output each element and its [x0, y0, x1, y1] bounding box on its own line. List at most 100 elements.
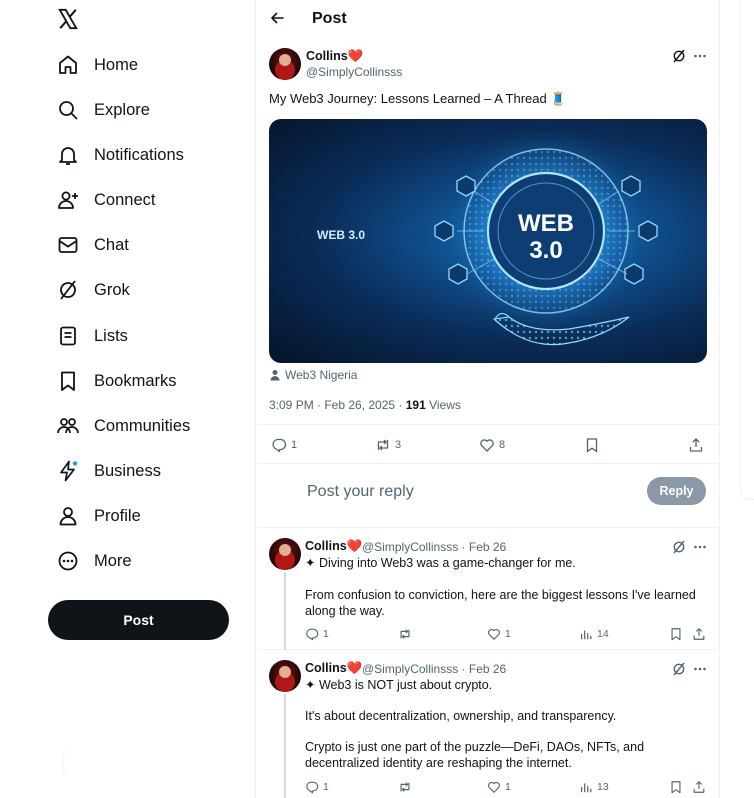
- grok-icon: [60, 280, 76, 300]
- image-label-left: WEB 3.0: [317, 228, 365, 242]
- location-tag[interactable]: Web3 Nigeria: [269, 368, 357, 382]
- heart-icon: [488, 781, 500, 793]
- back-arrow-icon[interactable]: [269, 10, 285, 26]
- more-horizontal-icon[interactable]: [692, 539, 708, 555]
- repost-icon: [377, 439, 389, 451]
- grok-icon[interactable]: [671, 539, 687, 555]
- bookmark-icon: [586, 438, 598, 453]
- bookmark-button[interactable]: [584, 437, 600, 453]
- timestamp[interactable]: 3:09 PM · Feb 26, 2025 ·: [269, 398, 406, 412]
- sidebar-item-notifications[interactable]: Notifications: [56, 140, 184, 170]
- bookmark-button[interactable]: [669, 780, 683, 794]
- avatar[interactable]: [269, 538, 301, 570]
- sidebar-item-chat[interactable]: Chat: [56, 230, 129, 260]
- grok-icon[interactable]: [671, 48, 687, 64]
- sidebar-item-connect[interactable]: Connect: [56, 185, 155, 215]
- avatar: [269, 476, 301, 508]
- author-handle[interactable]: @SimplyCollinsss: [306, 65, 402, 79]
- bookmark-icon: [61, 371, 75, 391]
- location-text: Web3 Nigeria: [285, 368, 358, 382]
- views-label: Views: [425, 398, 461, 412]
- reply-item[interactable]: Collins❤️ @SimplyCollinsss · Feb 26 ✦ Di…: [257, 529, 719, 650]
- sidebar-item-label: More: [94, 551, 132, 570]
- reply-text-line-1: ✦ Diving into Web3 was a game-changer fo…: [305, 556, 576, 570]
- reply-composer: Post your reply Reply: [257, 464, 719, 528]
- heart-icon: [480, 439, 494, 452]
- search-icon: [59, 101, 78, 120]
- lightning-icon: [60, 460, 78, 482]
- like-button[interactable]: 1: [487, 627, 511, 641]
- heart-emoji: ❤️: [347, 49, 364, 63]
- analytics-icon: [581, 630, 592, 640]
- envelope-icon: [58, 237, 78, 253]
- heart-emoji: ❤️: [346, 661, 363, 675]
- handle-date[interactable]: @SimplyCollinsss · Feb 26: [362, 662, 506, 676]
- thread-line: [284, 572, 286, 650]
- person-icon: [270, 370, 280, 381]
- share-button[interactable]: [692, 627, 706, 641]
- grok-icon[interactable]: [671, 661, 687, 677]
- reply-input[interactable]: Post your reply: [307, 483, 414, 501]
- like-button[interactable]: 8: [479, 437, 505, 453]
- sidebar-item-explore[interactable]: Explore: [56, 95, 150, 125]
- sidebar-item-grok[interactable]: Grok: [56, 275, 130, 305]
- bookmark-button[interactable]: [669, 627, 683, 641]
- post-button[interactable]: Post: [48, 600, 229, 640]
- home-icon: [59, 55, 77, 74]
- author-name-text: Collins: [306, 49, 348, 63]
- author-name[interactable]: Collins❤️: [305, 539, 362, 554]
- x-logo-icon[interactable]: [57, 8, 79, 30]
- account-switcher-fragment[interactable]: [62, 748, 76, 778]
- sidebar-item-bookmarks[interactable]: Bookmarks: [56, 366, 177, 396]
- share-icon: [693, 628, 705, 640]
- reply-submit-button[interactable]: Reply: [647, 477, 706, 505]
- sidebar-item-label: Profile: [94, 506, 141, 525]
- reply-button[interactable]: 1: [271, 437, 297, 453]
- avatar[interactable]: [269, 660, 301, 692]
- repost-button[interactable]: [398, 627, 412, 641]
- reply-text-line-3: Crypto is just one part of the puzzle—De…: [305, 740, 645, 770]
- person-icon: [59, 507, 77, 526]
- repost-count: 3: [395, 439, 402, 451]
- avatar[interactable]: [269, 48, 301, 80]
- reply-button[interactable]: 1: [305, 627, 329, 641]
- sidebar-item-label: Notifications: [94, 145, 184, 164]
- tweet-text: My Web3 Journey: Lessons Learned – A Thr…: [269, 91, 567, 106]
- sidebar-item-label: Bookmarks: [94, 371, 177, 390]
- sidebar-item-profile[interactable]: Profile: [56, 501, 141, 531]
- sidebar-item-lists[interactable]: Lists: [56, 321, 128, 351]
- page-title: Post: [312, 10, 347, 27]
- reply-icon: [306, 781, 319, 794]
- share-button[interactable]: [692, 780, 706, 794]
- share-button[interactable]: [688, 437, 704, 453]
- more-circle-icon: [58, 551, 78, 571]
- reply-text-line-2: From confusion to conviction, here are t…: [305, 588, 696, 618]
- views-button[interactable]: 13: [579, 780, 609, 794]
- reply-item[interactable]: Collins❤️ @SimplyCollinsss · Feb 26 ✦ We…: [257, 651, 719, 798]
- bell-icon: [59, 147, 77, 165]
- tweet-image[interactable]: WEB 3.0 WEB 3.0: [269, 119, 707, 363]
- author-name[interactable]: Collins❤️: [305, 661, 362, 676]
- heart-icon: [488, 628, 500, 640]
- author-name[interactable]: Collins❤️: [306, 49, 363, 64]
- more-horizontal-icon[interactable]: [692, 661, 708, 677]
- repost-button[interactable]: [398, 780, 412, 794]
- like-button[interactable]: 1: [487, 780, 511, 794]
- reply-button[interactable]: 1: [305, 780, 329, 794]
- sidebar-item-label: Explore: [94, 100, 150, 119]
- sidebar-item-more[interactable]: More: [56, 546, 132, 576]
- sidebar-item-communities[interactable]: Communities: [56, 411, 190, 441]
- bookmark-icon: [671, 628, 681, 641]
- post-header: Post: [257, 0, 719, 38]
- handle-date[interactable]: @SimplyCollinsss · Feb 26: [362, 540, 506, 554]
- bookmark-icon: [671, 781, 681, 794]
- sidebar-item-home[interactable]: Home: [56, 50, 138, 80]
- sidebar-item-label: Communities: [94, 416, 191, 435]
- sidebar-item-label: Lists: [94, 326, 128, 345]
- more-horizontal-icon[interactable]: [692, 48, 708, 64]
- sidebar-item-business[interactable]: Business: [56, 456, 161, 486]
- sidebar-item-label: Chat: [94, 235, 129, 254]
- repost-button[interactable]: 3: [375, 437, 401, 453]
- views-button[interactable]: 14: [579, 627, 609, 641]
- repost-icon: [400, 782, 410, 792]
